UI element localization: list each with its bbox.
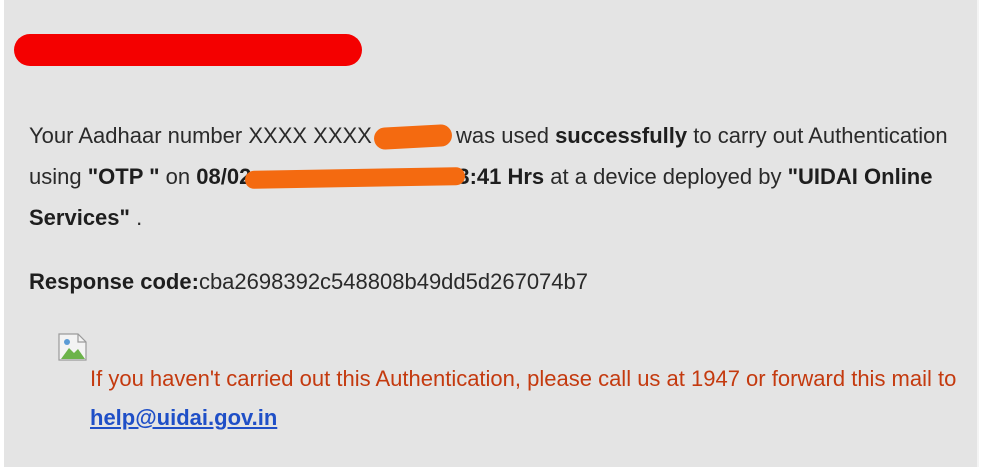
timestamp-start: 08/02	[196, 164, 252, 189]
used-text: was used	[455, 123, 549, 148]
warning-text: If you haven't carried out this Authenti…	[90, 366, 957, 391]
response-code-line: Response code:cba2698392c548808b49dd5d26…	[29, 265, 588, 299]
broken-image-icon	[58, 333, 88, 361]
timestamp-end: 3:41 Hrs	[457, 164, 545, 189]
warning-message: If you haven't carried out this Authenti…	[58, 359, 958, 437]
auth-method: "OTP "	[87, 164, 160, 189]
authentication-message: Your Aadhaar number XXXX XXXX was used s…	[29, 115, 969, 238]
device-text: at a device deployed by	[550, 164, 782, 189]
redacted-aadhaar-digits	[373, 124, 453, 151]
end-punctuation: .	[136, 205, 143, 230]
success-word: successfully	[555, 123, 688, 148]
email-body: Your Aadhaar number XXXX XXXX was used s…	[4, 0, 979, 467]
redacted-timestamp	[245, 167, 466, 190]
response-code-value: cba2698392c548808b49dd5d267074b7	[198, 269, 588, 294]
help-email-link[interactable]: help@uidai.gov.in	[90, 405, 277, 430]
on-text: on	[165, 164, 191, 189]
response-code-label: Response code:	[29, 269, 199, 294]
redacted-header-bar	[14, 34, 362, 66]
intro-text: Your Aadhaar number XXXX XXXX	[29, 123, 372, 148]
